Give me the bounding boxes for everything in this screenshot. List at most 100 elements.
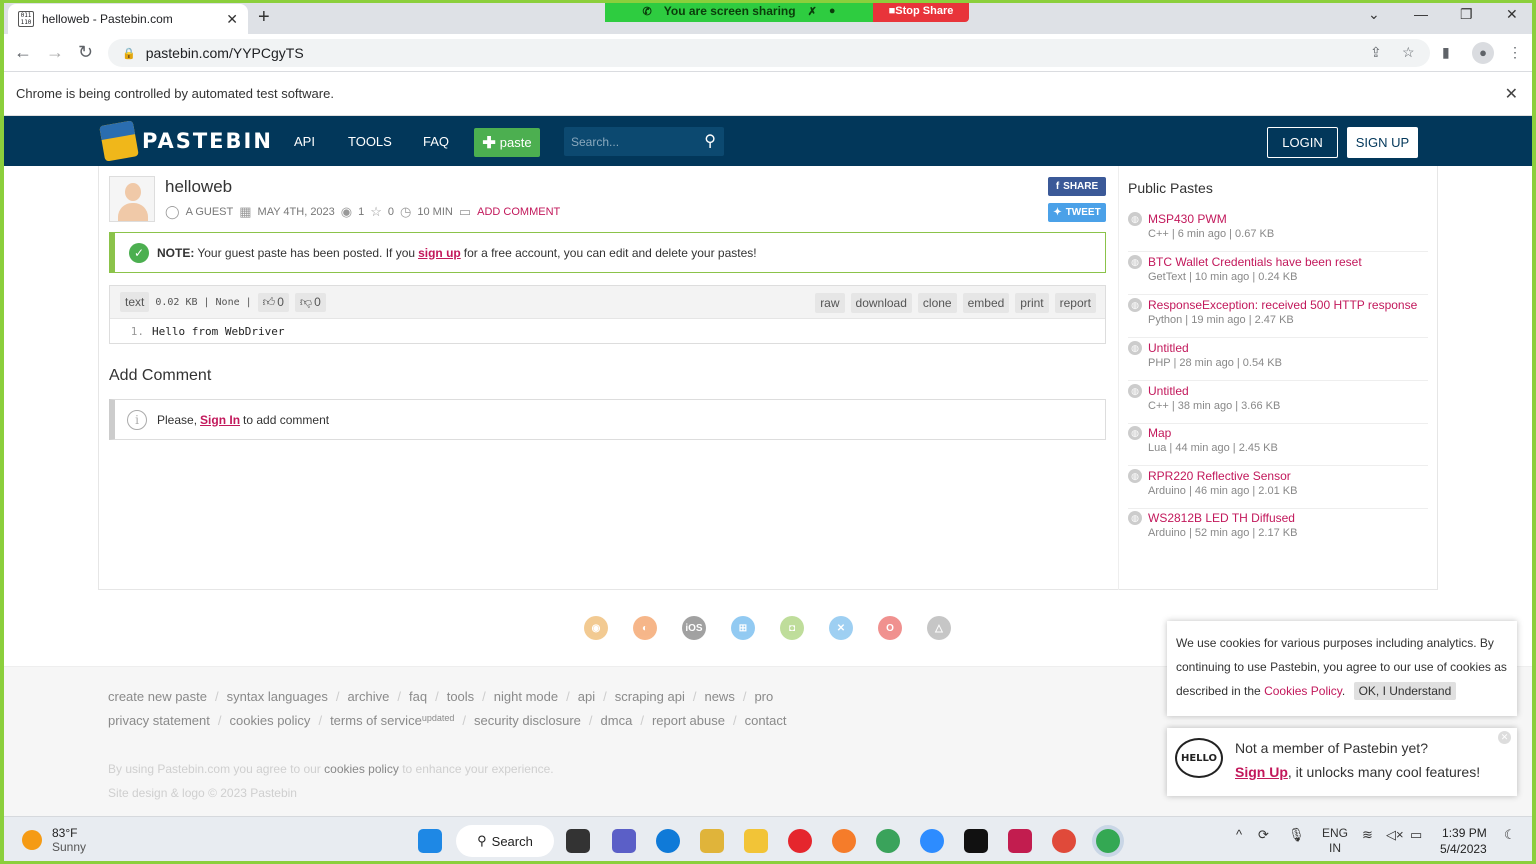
download-button[interactable]: download: [850, 293, 912, 313]
stop-share-button[interactable]: ■ Stop Share: [873, 0, 969, 22]
print-button[interactable]: print: [1015, 293, 1049, 313]
promo-signup-link[interactable]: Sign Up: [1235, 764, 1288, 780]
share-page-icon[interactable]: ⇪: [1370, 44, 1382, 61]
footer-link[interactable]: pro: [754, 689, 773, 704]
window-close-icon[interactable]: ✕: [1506, 6, 1518, 23]
mic-off-icon[interactable]: ✗: [808, 5, 817, 18]
bookmark-star-icon[interactable]: ☆: [1402, 44, 1415, 61]
syntax-tag[interactable]: text: [120, 292, 150, 312]
signin-link[interactable]: Sign In: [200, 413, 240, 427]
minimize-icon[interactable]: —: [1414, 6, 1428, 22]
menu-kebab-icon[interactable]: ⋮: [1508, 44, 1522, 61]
footer-link[interactable]: contact: [745, 713, 787, 728]
address-bar[interactable]: 🔒 pastebin.com/YYPCgyTS: [108, 39, 1430, 67]
side-panel-icon[interactable]: ▮: [1442, 44, 1450, 61]
ios-icon[interactable]: iOS: [682, 616, 706, 640]
nav-tools[interactable]: TOOLS: [348, 134, 392, 149]
footer-link[interactable]: api: [578, 689, 595, 704]
paste-link[interactable]: Untitled: [1148, 341, 1189, 355]
browser-tab[interactable]: 011 110 helloweb - Pastebin.com ✕: [8, 4, 248, 34]
opera-icon[interactable]: O: [878, 616, 902, 640]
mac-icon[interactable]: ✕: [829, 616, 853, 640]
signup-button[interactable]: SIGN UP: [1347, 127, 1418, 158]
sync-icon[interactable]: ⟳: [1258, 827, 1269, 843]
like-button[interactable]: 👍︎ 0: [257, 292, 289, 312]
paste-link[interactable]: WS2812B LED TH Diffused: [1148, 511, 1295, 525]
battery-icon[interactable]: ▭: [1410, 827, 1422, 843]
opera-icon[interactable]: [788, 829, 812, 853]
taskbar-clock[interactable]: 1:39 PM 5/4/2023: [1440, 825, 1487, 857]
notification-icon[interactable]: ☾: [1504, 827, 1516, 843]
forward-icon[interactable]: →: [46, 42, 64, 63]
paste-link[interactable]: Untitled: [1148, 384, 1189, 398]
chrome-active-icon[interactable]: [1096, 829, 1120, 853]
task-view-icon[interactable]: [566, 829, 590, 853]
profile-avatar-icon[interactable]: ●: [1472, 42, 1494, 64]
footer-link[interactable]: dmca: [601, 713, 633, 728]
chrome-icon[interactable]: ◉: [584, 616, 608, 640]
volume-mute-icon[interactable]: ◁×: [1386, 827, 1404, 843]
back-icon[interactable]: ←: [14, 42, 32, 63]
footer-link[interactable]: terms of service: [330, 713, 422, 728]
report-button[interactable]: report: [1054, 293, 1096, 313]
facebook-share-button[interactable]: f SHARE: [1048, 177, 1106, 196]
new-paste-button[interactable]: ✚ paste: [474, 128, 540, 157]
wifi-icon[interactable]: ≋: [1362, 827, 1373, 843]
search-input[interactable]: Search... ⚲: [564, 127, 724, 156]
lock-icon[interactable]: 🔒: [122, 47, 136, 60]
footer-link[interactable]: privacy statement: [108, 713, 210, 728]
firefox-icon[interactable]: ◐: [633, 616, 657, 640]
search-icon[interactable]: ⚲: [704, 131, 716, 151]
star-icon[interactable]: ☆: [370, 204, 382, 220]
chrome-icon[interactable]: [1052, 829, 1076, 853]
reload-icon[interactable]: ↻: [78, 42, 93, 63]
cookies-policy-link[interactable]: Cookies Policy: [1264, 684, 1342, 698]
windows-icon[interactable]: ⊞: [731, 616, 755, 640]
tab-close-icon[interactable]: ✕: [226, 11, 238, 28]
paste-link[interactable]: BTC Wallet Credentials have been reset: [1148, 255, 1362, 269]
footer-link[interactable]: security disclosure: [474, 713, 581, 728]
embed-button[interactable]: embed: [962, 293, 1010, 313]
edge-icon[interactable]: [656, 829, 680, 853]
nav-api[interactable]: API: [294, 134, 315, 149]
restore-icon[interactable]: ❐: [1460, 6, 1473, 23]
footer-link[interactable]: news: [704, 689, 734, 704]
paste-link[interactable]: Map: [1148, 426, 1171, 440]
linux-icon[interactable]: △: [927, 616, 951, 640]
footer-link[interactable]: create new paste: [108, 689, 207, 704]
intellij-icon[interactable]: [1008, 829, 1032, 853]
infobar-close-icon[interactable]: ✕: [1505, 84, 1518, 104]
footer-link[interactable]: night mode: [494, 689, 558, 704]
file-explorer-icon[interactable]: [744, 829, 768, 853]
footer-link[interactable]: scraping api: [615, 689, 685, 704]
login-button[interactable]: LOGIN: [1267, 127, 1338, 158]
app-icon[interactable]: [700, 829, 724, 853]
mic-icon[interactable]: 🎙︎: [1288, 827, 1305, 843]
footer-link[interactable]: report abuse: [652, 713, 725, 728]
clone-button[interactable]: clone: [917, 293, 957, 313]
nav-faq[interactable]: FAQ: [423, 134, 449, 149]
language-indicator[interactable]: ENG IN: [1322, 826, 1348, 856]
paste-link[interactable]: ResponseException: received 500 HTTP res…: [1148, 298, 1417, 312]
footer-link[interactable]: tools: [447, 689, 474, 704]
paste-link[interactable]: MSP430 PWM: [1148, 212, 1227, 226]
start-icon[interactable]: [418, 829, 442, 853]
new-tab-icon[interactable]: +: [258, 6, 270, 29]
footer-link[interactable]: cookies policy: [230, 713, 311, 728]
weather-widget[interactable]: 83°F Sunny: [22, 826, 86, 854]
terminal-icon[interactable]: [964, 829, 988, 853]
promo-close-icon[interactable]: ✕: [1498, 731, 1511, 744]
cookie-ok-button[interactable]: OK, I Understand: [1353, 682, 1457, 700]
site-logo[interactable]: PASTEBIN: [99, 120, 273, 162]
zoom-icon[interactable]: [920, 829, 944, 853]
tab-search-icon[interactable]: ⌄: [1368, 6, 1380, 23]
cookies-policy-link[interactable]: cookies policy: [324, 762, 399, 776]
paste-link[interactable]: RPR220 Reflective Sensor: [1148, 469, 1291, 483]
raw-button[interactable]: raw: [815, 293, 845, 313]
dislike-button[interactable]: 👎︎ 0: [294, 292, 326, 312]
footer-link[interactable]: faq: [409, 689, 427, 704]
teams-icon[interactable]: [612, 829, 636, 853]
taskbar-search[interactable]: ⚲ Search: [456, 825, 554, 857]
firefox-icon[interactable]: [832, 829, 856, 853]
android-icon[interactable]: ◘: [780, 616, 804, 640]
